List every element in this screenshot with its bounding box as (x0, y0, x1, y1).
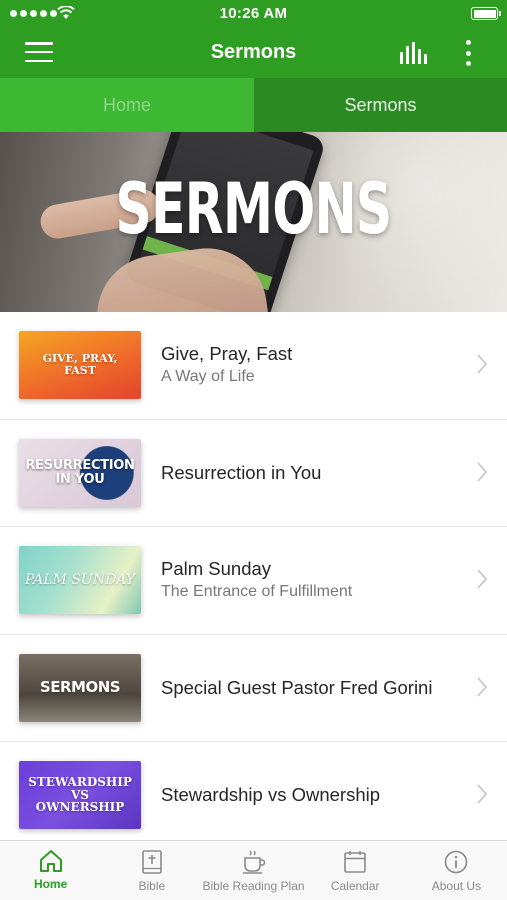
page-title: Sermons (210, 41, 297, 63)
bottom-tab-label: Calendar (330, 879, 380, 893)
calendar-icon (344, 851, 366, 873)
sermon-list-item[interactable]: RESURRECTION IN YOU Resurrection in You (0, 420, 507, 527)
bottom-tab-home[interactable]: Home (0, 841, 101, 900)
bottom-tab-label: Bible (138, 879, 166, 893)
chevron-right-icon (477, 461, 487, 482)
app-screen: 10:26 AM Sermons Home Sermons SERMONS GI… (0, 0, 507, 900)
bottom-tab-about-us[interactable]: About Us (406, 841, 507, 900)
bible-icon (142, 850, 162, 874)
sermon-list-item[interactable]: STEWARDSHIP VS OWNERSHIP Stewardship vs … (0, 742, 507, 840)
sermon-thumbnail: SERMONS (19, 653, 141, 722)
tab-home[interactable]: Home (0, 78, 254, 132)
thumbnail-text: GIVE, PRAY, FAST (42, 352, 118, 377)
thumbnail-text: RESURRECTION IN YOU (25, 457, 135, 487)
sermon-list-item[interactable]: SERMONS Special Guest Pastor Fred Gorini (0, 635, 507, 742)
sermon-subtitle: A Way of Life (161, 368, 255, 386)
sermon-title: Palm Sunday (161, 558, 272, 580)
chevron-right-icon (477, 569, 487, 589)
status-bar: 10:26 AM (0, 0, 507, 28)
top-tab-bar: Home Sermons (0, 78, 507, 132)
chevron-right-icon (477, 354, 487, 374)
tab-sermons[interactable]: Sermons (254, 78, 507, 132)
sermon-subtitle: The Entrance of Fulfillment (161, 583, 353, 601)
sermon-list-item[interactable]: GIVE, PRAY, FAST Give, Pray, Fast A Way … (0, 312, 507, 420)
home-icon (39, 850, 62, 872)
chevron-right-icon (477, 676, 487, 697)
sermon-title: Resurrection in You (161, 461, 322, 483)
sermon-list: GIVE, PRAY, FAST Give, Pray, Fast A Way … (0, 312, 507, 840)
bottom-tab-bar: Home Bible Bible Reading Plan Calendar A… (0, 840, 507, 900)
sermon-list-item[interactable]: PALM SUNDAY Palm Sunday The Entrance of … (0, 527, 507, 635)
sermons-hero-banner: SERMONS (0, 132, 507, 312)
sermon-title: Give, Pray, Fast (161, 343, 293, 365)
bottom-tab-label: Bible Reading Plan (202, 879, 305, 893)
more-options-icon[interactable] (462, 40, 474, 66)
thumbnail-text: SERMONS (39, 677, 121, 696)
info-icon (445, 850, 468, 874)
battery-icon (471, 7, 501, 20)
thumbnail-text: PALM SUNDAY (25, 571, 135, 588)
bottom-tab-calendar[interactable]: Calendar (305, 841, 406, 900)
sermon-title: Special Guest Pastor Fred Gorini (161, 676, 433, 698)
status-time: 10:26 AM (219, 5, 288, 22)
sermon-thumbnail: RESURRECTION IN YOU (19, 438, 141, 507)
bottom-tab-label: Home (33, 877, 68, 891)
coffee-cup-icon (242, 850, 265, 874)
thumbnail-text: STEWARDSHIP VS OWNERSHIP (28, 775, 132, 815)
sermon-thumbnail: GIVE, PRAY, FAST (19, 331, 141, 399)
navigation-bar: Sermons (0, 28, 507, 78)
bottom-tab-bible[interactable]: Bible (101, 841, 202, 900)
sermon-thumbnail: STEWARDSHIP VS OWNERSHIP (19, 761, 141, 829)
audio-player-icon[interactable] (399, 41, 429, 65)
bottom-tab-bible-reading-plan[interactable]: Bible Reading Plan (202, 841, 305, 900)
hero-title: SERMONS (115, 168, 393, 250)
chevron-right-icon (477, 784, 487, 804)
sermon-title: Stewardship vs Ownership (161, 784, 381, 806)
sermon-thumbnail: PALM SUNDAY (19, 546, 141, 614)
bottom-tab-label: About Us (431, 879, 482, 893)
